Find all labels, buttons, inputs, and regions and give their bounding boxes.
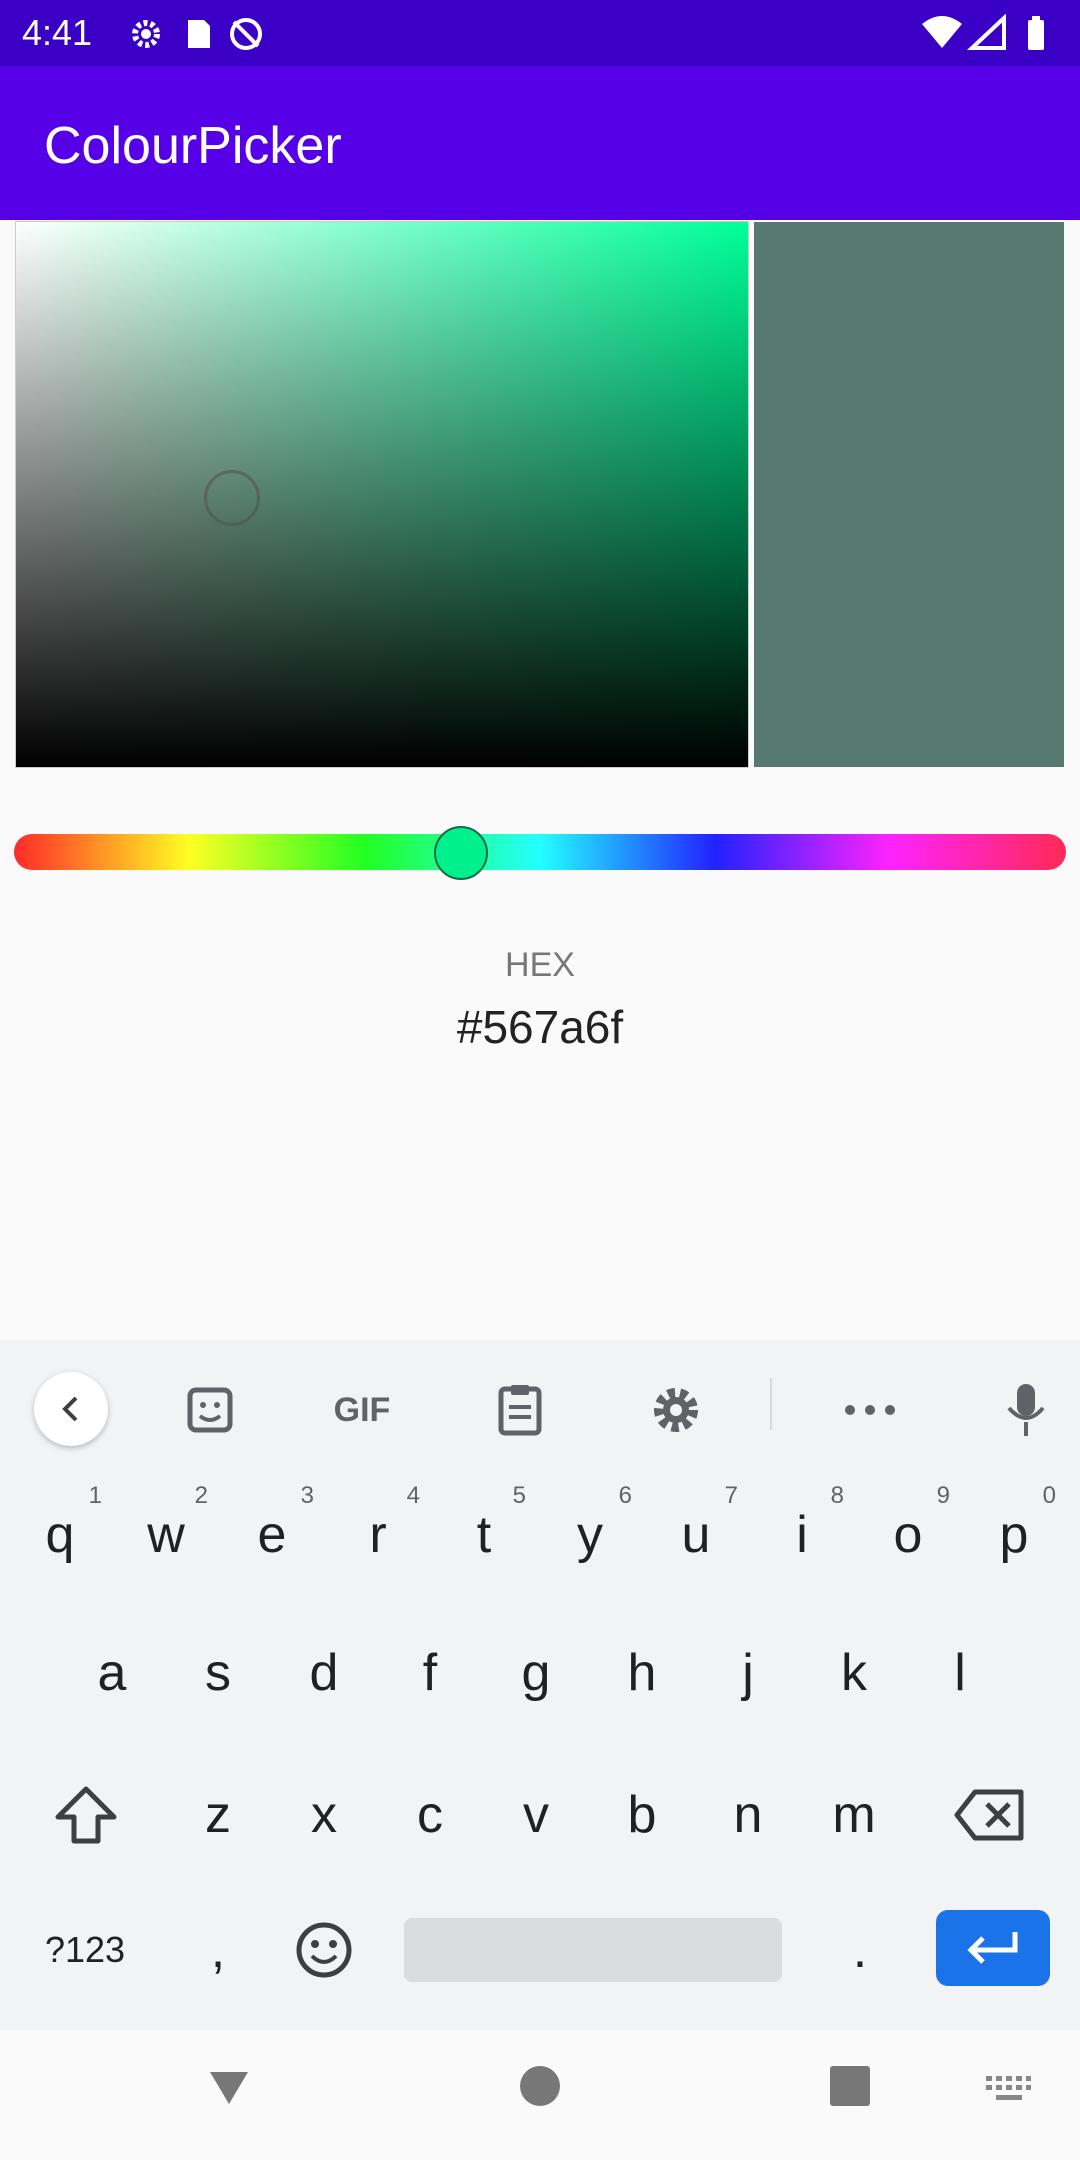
saturation-value-square[interactable] <box>15 221 749 768</box>
key-q[interactable]: q1 <box>10 1480 110 1590</box>
shift-icon[interactable] <box>36 1760 136 1870</box>
status-time: 4:41 <box>22 12 93 53</box>
key-b[interactable]: b <box>592 1760 692 1870</box>
key-l[interactable]: l <box>910 1618 1010 1728</box>
key-g[interactable]: g <box>486 1618 586 1728</box>
signal-icon <box>966 13 1006 50</box>
enter-key[interactable] <box>936 1910 1050 1986</box>
mic-icon[interactable] <box>996 1380 1056 1440</box>
sv-cursor[interactable] <box>204 470 260 526</box>
key-a[interactable]: a <box>62 1618 162 1728</box>
clipboard-icon[interactable] <box>490 1380 550 1440</box>
hue-slider-thumb[interactable] <box>434 826 488 880</box>
comma-key[interactable]: , <box>168 1895 268 2005</box>
key-t[interactable]: t5 <box>434 1480 534 1590</box>
battery-icon <box>1028 20 1044 50</box>
status-icons-left <box>128 14 288 59</box>
key-n[interactable]: n <box>698 1760 798 1870</box>
more-icon[interactable] <box>840 1380 900 1440</box>
back-nav-icon[interactable] <box>206 2064 252 2115</box>
key-s[interactable]: s <box>168 1618 268 1728</box>
gear-icon <box>132 20 160 48</box>
hex-label: HEX <box>505 946 575 984</box>
settings-icon[interactable] <box>646 1380 706 1440</box>
key-p[interactable]: p0 <box>964 1480 1064 1590</box>
key-k[interactable]: k <box>804 1618 904 1728</box>
key-y[interactable]: y6 <box>540 1480 640 1590</box>
backspace-icon[interactable] <box>940 1760 1040 1870</box>
period-key[interactable]: . <box>810 1895 910 2005</box>
hex-value[interactable]: #567a6f <box>0 1000 1080 1054</box>
toolbar-divider <box>770 1378 772 1430</box>
spacebar[interactable] <box>404 1918 782 1982</box>
keyboard-toolbar: GIF <box>0 1340 1080 1470</box>
emoji-icon[interactable] <box>274 1895 374 2005</box>
gif-button[interactable]: GIF <box>322 1380 402 1440</box>
key-u[interactable]: u7 <box>646 1480 746 1590</box>
wifi-icon <box>922 16 962 48</box>
key-m[interactable]: m <box>804 1760 904 1870</box>
key-d[interactable]: d <box>274 1618 374 1728</box>
back-icon[interactable] <box>34 1372 108 1446</box>
status-icons-right <box>922 13 1062 59</box>
key-z[interactable]: z <box>168 1760 268 1870</box>
status-bar: 4:41 <box>0 0 1080 66</box>
symbols-key[interactable]: ?123 <box>30 1895 140 2005</box>
app-bar: ColourPicker <box>0 66 1080 220</box>
key-x[interactable]: x <box>274 1760 374 1870</box>
sync-off-icon <box>230 18 262 50</box>
key-i[interactable]: i8 <box>752 1480 852 1590</box>
key-o[interactable]: o9 <box>858 1480 958 1590</box>
key-f[interactable]: f <box>380 1618 480 1728</box>
key-j[interactable]: j <box>698 1618 798 1728</box>
recents-nav-icon[interactable] <box>828 2064 872 2113</box>
color-preview <box>754 222 1064 767</box>
app-title: ColourPicker <box>44 117 342 175</box>
key-h[interactable]: h <box>592 1618 692 1728</box>
key-e[interactable]: e3 <box>222 1480 322 1590</box>
home-nav-icon[interactable] <box>518 2064 562 2113</box>
sticker-icon[interactable] <box>180 1380 240 1440</box>
key-w[interactable]: w2 <box>116 1480 216 1590</box>
sd-card-icon <box>188 20 210 48</box>
hue-slider[interactable] <box>14 834 1066 870</box>
key-v[interactable]: v <box>486 1760 586 1870</box>
keyboard-switch-icon[interactable] <box>984 2074 1032 2109</box>
nav-bar <box>0 2030 1080 2160</box>
key-c[interactable]: c <box>380 1760 480 1870</box>
keyboard: GIF q 1 w 2 e 3 r 4 t 5 y 6 u 7 i 8 o 9 … <box>0 1340 1080 2030</box>
key-r[interactable]: r4 <box>328 1480 428 1590</box>
